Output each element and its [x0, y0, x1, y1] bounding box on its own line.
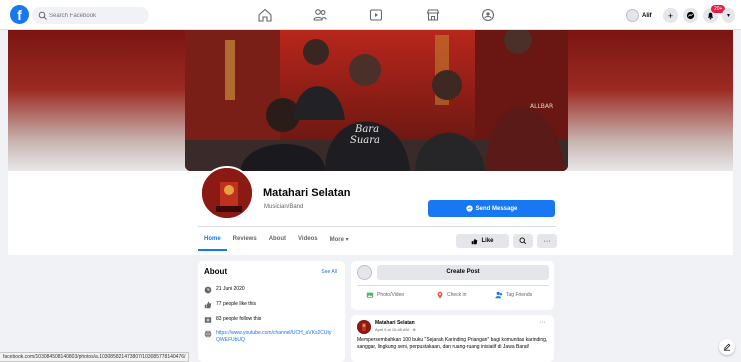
see-all-link[interactable]: See All: [321, 269, 337, 275]
photo-video-button[interactable]: Photo/Video: [366, 289, 404, 301]
about-row-likes: 77 people like this: [204, 301, 339, 309]
watch-icon[interactable]: [367, 6, 385, 24]
check-in-button[interactable]: Check in: [436, 289, 466, 301]
header-divider: [198, 226, 556, 227]
svg-text:Suara: Suara: [350, 135, 380, 146]
post-author-name[interactable]: Matahari Selatan: [375, 320, 415, 326]
profile-chip[interactable]: Alif: [626, 8, 652, 23]
home-icon[interactable]: [256, 6, 274, 24]
create-post-card: Create Post Photo/Video Check in Tag Fri…: [351, 261, 554, 310]
page-title: Matahari Selatan: [263, 187, 351, 199]
top-navigation-bar: f Alif + 20+ ▾: [0, 0, 741, 30]
like-page-button[interactable]: Like: [456, 234, 509, 248]
about-card: About See All 21 Juni 2020 77 people lik…: [198, 261, 345, 362]
svg-text:Bara: Bara: [354, 124, 379, 135]
post-card: Matahari Selatan April 9 at 10:48 AM · ⊕…: [351, 315, 554, 362]
page-header-panel: [8, 171, 733, 255]
profile-name: Alif: [642, 12, 652, 19]
photo-icon: [366, 292, 374, 298]
facebook-logo[interactable]: f: [10, 5, 29, 24]
send-message-label: Send Message: [475, 205, 518, 212]
tab-videos[interactable]: Videos: [292, 233, 324, 251]
photo-video-label: Photo/Video: [377, 292, 405, 298]
about-follows-text: 83 people follow this: [216, 316, 262, 322]
tag-friends-button[interactable]: Tag Friends: [495, 289, 532, 301]
messenger-icon: [466, 205, 473, 212]
create-icon[interactable]: +: [663, 8, 678, 23]
about-row-date: 21 Juni 2020: [204, 286, 339, 294]
search-box[interactable]: [32, 7, 149, 24]
globe-icon: [204, 330, 212, 338]
avatar: [626, 9, 639, 22]
cover-photo[interactable]: Bara Suara ALLBAR: [185, 30, 568, 171]
tab-reviews[interactable]: Reviews: [227, 233, 263, 251]
tab-more[interactable]: More ▾: [324, 233, 355, 251]
page-avatar[interactable]: [200, 166, 254, 220]
page-tabs: Home Reviews About Videos More ▾: [198, 233, 355, 251]
thumbs-up-icon: [472, 238, 478, 244]
new-message-icon[interactable]: [719, 339, 735, 355]
check-in-icon: [437, 291, 443, 299]
post-text: Mempersembahkan 100 buku "Sejarah Karind…: [357, 337, 548, 350]
like-label: Like: [481, 238, 494, 244]
thumbs-up-icon: [204, 301, 212, 309]
follow-icon: [204, 317, 212, 323]
messenger-icon[interactable]: [683, 8, 698, 23]
about-title: About: [204, 267, 228, 276]
about-row-website: https://www.youtube.com/channel/UCH_aVKs…: [204, 330, 339, 344]
tab-about[interactable]: About: [263, 233, 292, 251]
about-date-text: 21 Juni 2020: [216, 286, 245, 292]
friends-icon[interactable]: [311, 6, 329, 24]
avatar: [357, 265, 372, 280]
post-author-avatar[interactable]: [357, 320, 371, 334]
tag-friends-label: Tag Friends: [506, 292, 533, 298]
svg-text:ALLBAR: ALLBAR: [530, 103, 553, 110]
post-more-icon[interactable]: ···: [539, 319, 546, 326]
clock-icon: [204, 286, 212, 294]
about-website-link[interactable]: https://www.youtube.com/channel/UCH_aVKs…: [216, 330, 334, 344]
create-post-button[interactable]: Create Post: [377, 265, 549, 280]
more-icon: ···: [543, 237, 551, 245]
groups-icon[interactable]: [479, 6, 497, 24]
about-likes-text: 77 people like this: [216, 301, 257, 307]
page-category[interactable]: Musician/Band: [264, 204, 303, 210]
post-timestamp[interactable]: April 9 at 10:48 AM · ⊕: [375, 327, 416, 332]
search-input[interactable]: [49, 10, 144, 21]
tab-home[interactable]: Home: [198, 233, 227, 251]
account-menu-icon[interactable]: ▾: [722, 8, 735, 23]
about-row-follows: 83 people follow this: [204, 316, 339, 324]
tag-friends-icon: [495, 291, 503, 299]
search-icon: [38, 11, 47, 20]
check-in-label: Check in: [447, 292, 467, 298]
search-icon: [519, 237, 527, 245]
search-page-button[interactable]: [513, 234, 533, 248]
send-message-button[interactable]: Send Message: [428, 200, 555, 217]
status-bar-url: facebook.com/103084508140803/photos/a.10…: [0, 352, 190, 362]
marketplace-icon[interactable]: [424, 6, 442, 24]
more-options-button[interactable]: ···: [537, 234, 557, 248]
create-post-divider: [357, 285, 549, 286]
